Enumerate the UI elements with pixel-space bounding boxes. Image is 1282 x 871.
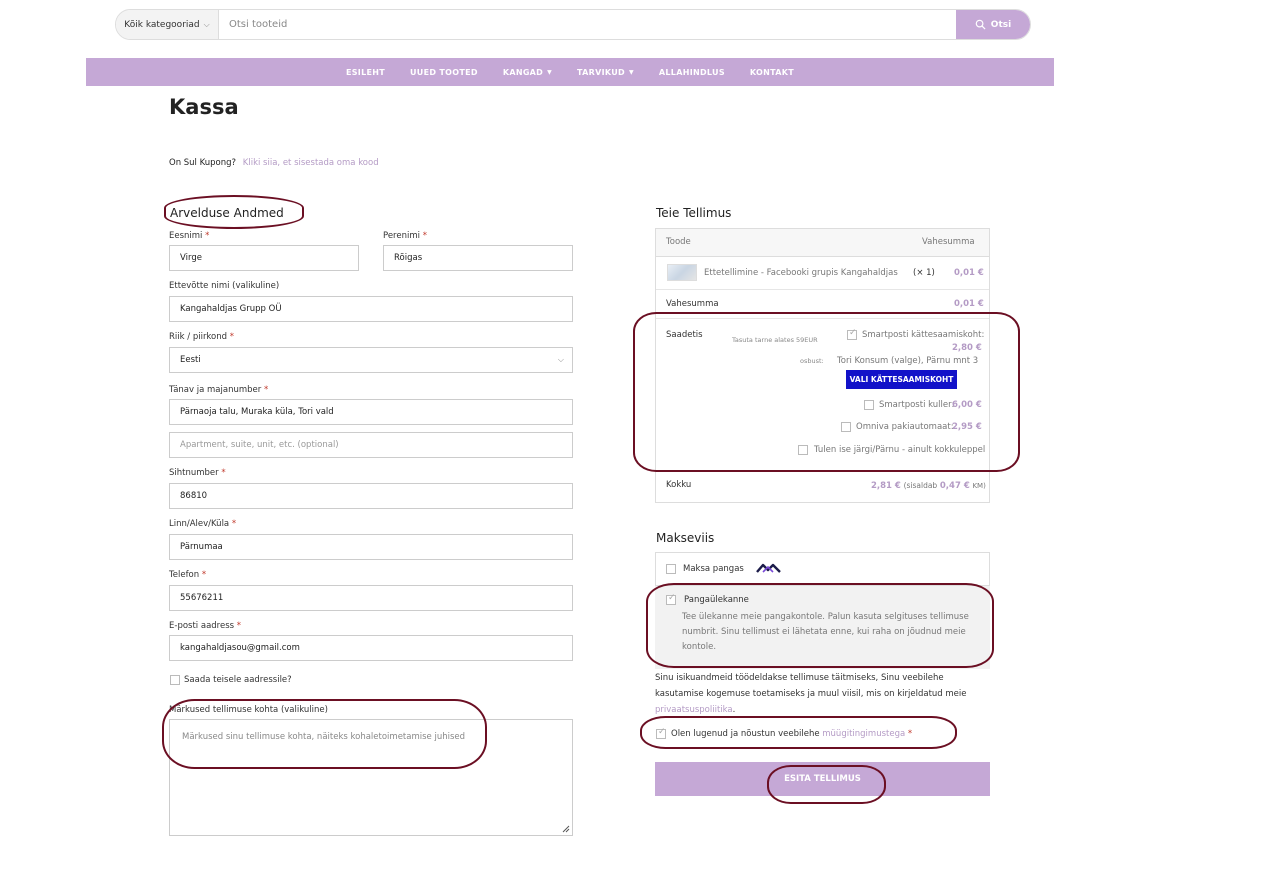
product-thumbnail [667, 264, 697, 281]
street-label: Tänav ja majanumber * [169, 385, 269, 395]
page-title: Kassa [169, 95, 239, 119]
nav-item-home[interactable]: ESILEHT [333, 68, 397, 77]
tax-suffix: KM) [972, 482, 986, 490]
nav-item-label: ALLAHINDLUS [658, 67, 725, 77]
total-label: Kokku [666, 480, 692, 490]
divider [656, 289, 989, 290]
nav-item-contact[interactable]: KONTAKT [737, 68, 806, 77]
coupon-notice: On Sul Kupong? Kliki siia, et sisestada … [169, 158, 379, 168]
caret-down-icon: ▼ [547, 68, 553, 76]
col-product: Toode [666, 237, 691, 247]
subtotal-value: 0,01 € [954, 299, 984, 309]
country-select[interactable]: Eesti ⌵ [169, 347, 573, 373]
phone-label: Telefon * [169, 570, 207, 580]
last-name-label: Perenimi * [383, 231, 427, 241]
privacy-notice: Sinu isikuandmeid töödeldakse tellimuse … [655, 670, 985, 718]
apartment-field[interactable]: Apartment, suite, unit, etc. (optional) [169, 432, 573, 458]
first-name-label: Eesnimi * [169, 231, 210, 241]
coupon-link[interactable]: Kliki siia, et sisestada oma kood [243, 158, 379, 168]
nav-item-label: TARVIKUD [577, 67, 625, 77]
chevron-down-icon: ⌵ [557, 355, 564, 364]
total-value: 2,81 € (sisaldab 0,47 € KM) [871, 481, 986, 491]
phone-field[interactable]: 55676211 [169, 585, 573, 611]
category-select-label: Kõik kategooriad [124, 19, 200, 30]
email-label: E-posti aadress * [169, 621, 242, 631]
chevron-down-icon: ⌵ [203, 19, 210, 29]
city-label: Linn/Alev/Küla * [169, 519, 237, 529]
nav-item-label: KANGAD [502, 67, 544, 77]
pay-in-bank-label: Maksa pangas [683, 564, 744, 574]
company-label: Ettevõtte nimi (valikuline) [169, 281, 280, 291]
col-subtotal: Vahesumma [922, 237, 975, 247]
nav-item-label: UUED TOOTED [410, 67, 478, 77]
postcode-label: Sihtnumber * [169, 468, 226, 478]
coupon-text: On Sul Kupong? [169, 158, 237, 168]
product-qty: (× 1) [913, 268, 935, 278]
country-label: Riik / piirkond * [169, 332, 234, 342]
ship-other-checkbox[interactable] [170, 675, 180, 685]
nav-item-fabrics[interactable]: KANGAD ▼ [490, 68, 564, 77]
search-icon [975, 19, 986, 30]
product-price: 0,01 € [954, 268, 984, 278]
city-field[interactable]: Pärnumaa [169, 534, 573, 560]
annotation-oval [162, 699, 487, 769]
tax-prefix: (sisaldab [903, 481, 938, 490]
email-field[interactable]: kangahaldjasou@gmail.com [169, 635, 573, 661]
nav-item-label: ESILEHT [345, 67, 386, 77]
company-field[interactable]: Kangahaldjas Grupp OÜ [169, 296, 573, 322]
payment-title: Makseviis [656, 531, 715, 545]
nav-item-accessories[interactable]: TARVIKUD ▼ [565, 68, 647, 77]
search-input[interactable] [219, 10, 956, 39]
category-select[interactable]: Kõik kategooriad ⌵ [116, 10, 219, 39]
resize-grip-icon[interactable] [562, 825, 570, 833]
total-amount: 2,81 € [871, 481, 901, 491]
postcode-field[interactable]: 86810 [169, 483, 573, 509]
subtotal-label: Vahesumma [666, 299, 719, 309]
country-value: Eesti [180, 355, 201, 365]
annotation-oval [633, 312, 1020, 472]
order-title: Teie Tellimus [656, 206, 732, 220]
first-name-field[interactable]: Virge [169, 245, 359, 271]
street-field[interactable]: Pärnaoja talu, Muraka küla, Tori vald [169, 399, 573, 425]
ship-other-label: Saada teisele aadressile? [184, 675, 292, 685]
privacy-link[interactable]: privaatsuspoliitika [655, 705, 733, 715]
privacy-text: Sinu isikuandmeid töödeldakse tellimuse … [655, 673, 967, 699]
search-bar: Kõik kategooriad ⌵ Otsi [115, 9, 1031, 40]
nav-item-new[interactable]: UUED TOOTED [398, 68, 491, 77]
nav-item-label: KONTAKT [749, 67, 795, 77]
annotation-oval [767, 765, 886, 804]
caret-down-icon: ▼ [629, 68, 634, 76]
annotation-oval [646, 583, 994, 668]
nav-item-sale[interactable]: ALLAHINDLUS [646, 68, 737, 77]
search-button[interactable]: Otsi [956, 10, 1030, 39]
annotation-oval [164, 195, 304, 229]
tax-amount: 0,47 € [939, 481, 970, 491]
search-button-label: Otsi [990, 19, 1012, 30]
product-name: Ettetellimine - Facebooki grupis Kangaha… [704, 268, 898, 278]
main-nav: ESILEHT UUED TOOTED KANGAD ▼ TARVIKUD ▼ AL… [86, 58, 1054, 86]
pay-in-bank-radio[interactable] [666, 564, 676, 574]
privacy-end: . [732, 705, 736, 715]
annotation-oval [640, 716, 957, 749]
bank-link-logo-icon [756, 563, 781, 573]
last-name-field[interactable]: Rõigas [383, 245, 573, 271]
